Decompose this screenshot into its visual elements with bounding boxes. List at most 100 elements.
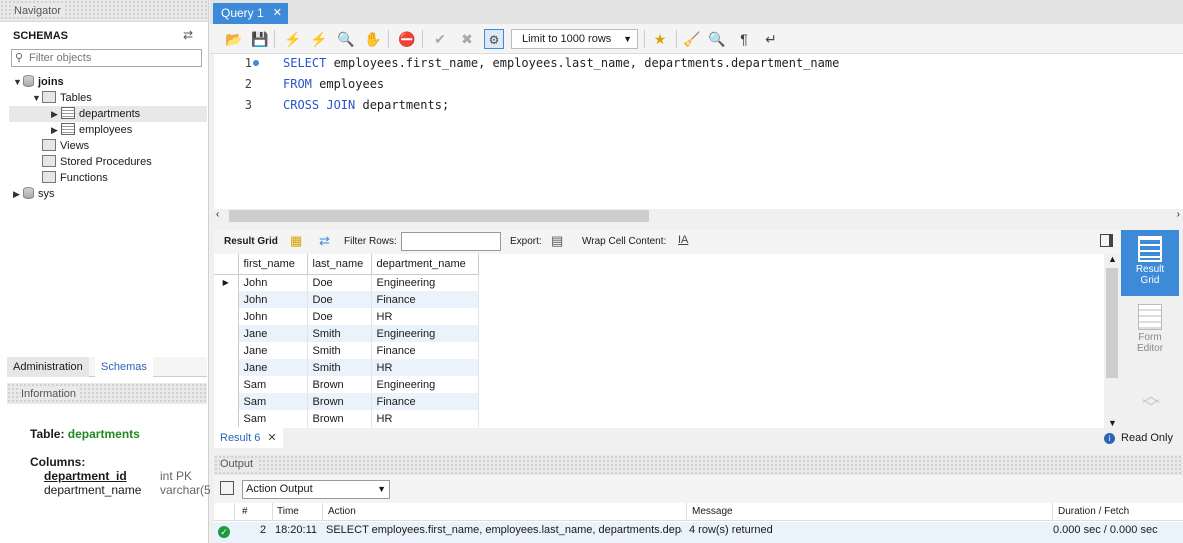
column-header-last-name[interactable]: last_name (307, 254, 372, 275)
cell[interactable]: Smith (307, 325, 372, 342)
tree-item-joins[interactable]: ▼ joins (13, 74, 64, 90)
collapse-arrow-icon[interactable]: ▶ (51, 122, 61, 138)
autocommit-icon[interactable]: ⚙ (484, 29, 504, 49)
rollback-icon[interactable]: ✖ (457, 29, 477, 49)
tab-administration[interactable]: Administration (7, 357, 89, 377)
export-icon[interactable]: ▤ (551, 233, 563, 249)
cell[interactable]: Engineering (371, 274, 479, 291)
cell[interactable]: Engineering (371, 325, 479, 342)
close-tab-icon[interactable]: ✕ (273, 6, 282, 19)
commit-icon[interactable]: ✔ (430, 29, 450, 49)
cell[interactable]: Doe (307, 308, 372, 325)
cell[interactable]: Engineering (371, 376, 479, 393)
table-row[interactable]: John Doe Finance (214, 291, 479, 308)
cell[interactable]: Finance (371, 342, 479, 359)
cell[interactable]: Sam (238, 393, 308, 410)
tab-query-1[interactable]: Query 1 ✕ (213, 3, 288, 24)
table-row[interactable]: Sam Brown HR (214, 410, 479, 427)
tree-item-sys[interactable]: ▶ sys (13, 186, 55, 202)
cell[interactable]: John (238, 274, 308, 291)
code-line[interactable]: CROSS JOIN departments; (283, 98, 449, 112)
expand-arrow-icon[interactable]: ▼ (32, 90, 42, 106)
find-replace-icon[interactable]: 🔍 (707, 29, 727, 49)
column-header-first-name[interactable]: first_name (238, 254, 308, 275)
invisible-chars-icon[interactable]: ¶ (734, 29, 754, 49)
cell[interactable]: Sam (238, 376, 308, 393)
filter-objects-box[interactable]: ⚲ (11, 49, 202, 67)
limit-rows-select[interactable]: Limit to 1000 rows ▼ (511, 29, 638, 49)
close-tab-icon[interactable]: ✕ (267, 432, 276, 444)
scrollbar-thumb[interactable] (229, 210, 649, 222)
result-grid[interactable]: first_name last_name department_name ▶ Jo… (214, 254, 1120, 428)
table-row[interactable]: Sam Brown Engineering (214, 376, 479, 393)
refresh-icon[interactable]: ⇄ (319, 233, 330, 249)
column-header-department-name[interactable]: department_name (371, 254, 479, 275)
cell[interactable]: Sam (238, 410, 308, 427)
tree-item-tables[interactable]: ▼ Tables (32, 90, 92, 106)
scroll-up-icon[interactable]: ▲ (1108, 254, 1117, 264)
scrollbar-thumb[interactable] (1106, 268, 1118, 378)
code-line[interactable]: SELECT employees.first_name, employees.l… (283, 56, 839, 70)
open-file-icon[interactable]: 📂 (224, 29, 244, 49)
filter-objects-input[interactable] (29, 51, 199, 65)
tree-item-departments[interactable]: ▶ departments (9, 106, 207, 122)
cell[interactable]: Finance (371, 393, 479, 410)
execute-icon[interactable]: ⚡ (283, 29, 303, 49)
output-type-select[interactable]: Action Output ▼ (242, 480, 390, 499)
table-row[interactable]: Jane Smith Engineering (214, 325, 479, 342)
table-row[interactable]: Jane Smith HR (214, 359, 479, 376)
collapse-arrow-icon[interactable]: ▶ (51, 106, 61, 122)
cell[interactable]: Brown (307, 393, 372, 410)
cell[interactable]: Smith (307, 342, 372, 359)
result-grid-view-button[interactable]: Result Grid (1121, 230, 1179, 296)
tab-schemas[interactable]: Schemas (95, 357, 153, 377)
filter-rows-input[interactable] (401, 232, 501, 251)
result-grid-label[interactable]: Result Grid (224, 236, 278, 247)
cell[interactable]: HR (371, 359, 479, 376)
code-line[interactable]: FROM employees (283, 77, 384, 91)
table-row[interactable]: Sam Brown Finance (214, 393, 479, 410)
cell[interactable]: HR (371, 410, 479, 427)
explain-icon[interactable]: 🔍 (336, 29, 356, 49)
execute-current-icon[interactable]: ⚡ (309, 29, 329, 49)
word-wrap-icon[interactable]: ↵ (761, 29, 781, 49)
add-snippet-icon[interactable]: ★ (650, 29, 670, 49)
tree-item-stored-procedures[interactable]: Stored Procedures (42, 154, 152, 170)
scroll-right-icon[interactable]: › (1177, 209, 1180, 220)
grid-view-icon[interactable]: ▦ (290, 233, 302, 249)
save-icon[interactable]: 💾 (250, 29, 270, 49)
toggle-side-panel-icon[interactable] (1100, 234, 1113, 247)
sql-editor[interactable]: 1 SELECT employees.first_name, employees… (214, 54, 1183, 209)
wrap-cell-icon[interactable]: IA (678, 234, 688, 246)
scroll-down-icon[interactable]: ▼ (1108, 418, 1117, 428)
tree-item-employees[interactable]: ▶ employees (51, 122, 132, 138)
scroll-more-chevron-icon[interactable]: ︿ ﹀ (1142, 387, 1160, 417)
cell[interactable]: John (238, 308, 308, 325)
tree-item-functions[interactable]: Functions (42, 170, 108, 186)
editor-horizontal-scrollbar[interactable]: ‹ › (214, 209, 1183, 223)
table-row[interactable]: ▶ John Doe Engineering (214, 274, 479, 291)
table-row[interactable]: Jane Smith Finance (214, 342, 479, 359)
expand-arrow-icon[interactable]: ▼ (13, 74, 23, 90)
form-editor-view-button[interactable]: Form Editor (1121, 300, 1179, 360)
cell[interactable]: Jane (238, 325, 308, 342)
cell[interactable]: Brown (307, 410, 372, 427)
tree-item-views[interactable]: Views (42, 138, 89, 154)
cell[interactable]: Doe (307, 291, 372, 308)
cell[interactable]: John (238, 291, 308, 308)
cell[interactable]: Smith (307, 359, 372, 376)
refresh-schemas-icon[interactable]: ⇄ (183, 28, 193, 42)
scroll-left-icon[interactable]: ‹ (216, 209, 219, 220)
cell[interactable]: Jane (238, 359, 308, 376)
cell[interactable]: Finance (371, 291, 479, 308)
cell[interactable]: Doe (307, 274, 372, 291)
toggle-error-icon[interactable]: ⛔ (397, 29, 417, 49)
table-row[interactable]: John Doe HR (214, 308, 479, 325)
tab-result-6[interactable]: Result 6 ✕ (214, 428, 283, 448)
beautify-icon[interactable]: 🧹 (682, 29, 702, 49)
grid-vertical-scrollbar[interactable]: ▲ ▼ (1104, 254, 1120, 428)
cell[interactable]: Jane (238, 342, 308, 359)
cell[interactable]: HR (371, 308, 479, 325)
copy-icon[interactable] (220, 481, 234, 495)
collapse-arrow-icon[interactable]: ▶ (13, 186, 23, 202)
